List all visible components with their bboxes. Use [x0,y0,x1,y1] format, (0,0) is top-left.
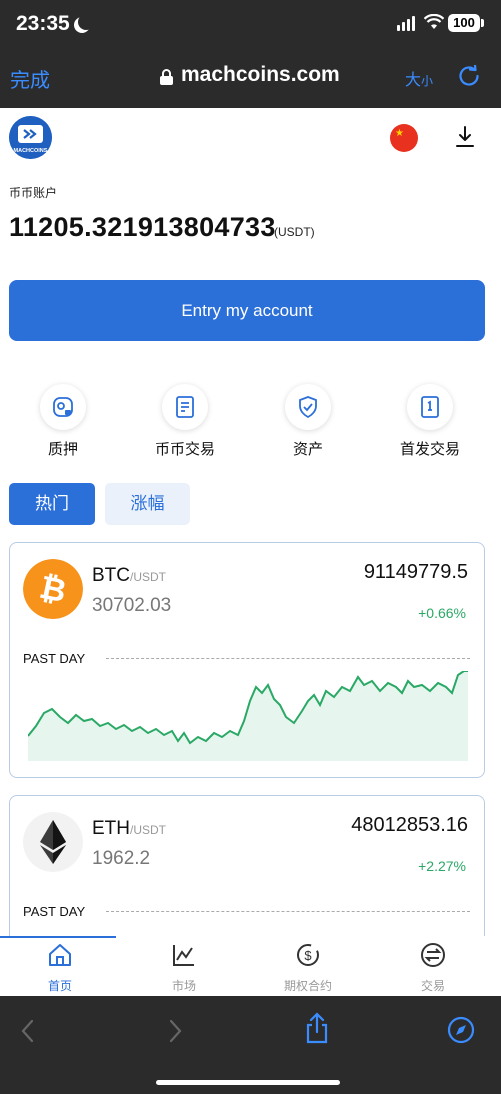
logo-text: MACHCOINS [14,148,48,154]
china-flag-icon[interactable]: ★ [390,124,418,152]
logo-mark-icon: MACHCOINS [9,116,52,159]
pledge-icon [40,384,86,430]
quick-action-ipo[interactable]: 首发交易 [385,384,475,459]
trade-icon [162,384,208,430]
nav-market[interactable]: 市场 [144,942,224,994]
signal-icon [397,15,417,31]
coin-change: +0.66% [418,605,466,621]
dotted-divider [106,911,470,912]
btc-sparkline [28,671,468,761]
coin-card-btc[interactable]: ₿ BTC/USDT 30702.03 91149779.5 +0.66% PA… [9,542,485,778]
past-day-label: PAST DAY [23,904,86,919]
ethereum-icon [23,812,83,872]
past-day-label: PAST DAY [23,651,86,666]
machcoins-logo[interactable]: MACHCOINS [9,116,52,159]
browser-bar: 完成 machcoins.com 大小 [0,50,501,108]
browser-toolbar [0,996,501,1094]
home-indicator [156,1080,340,1085]
nav-label: 市场 [171,979,196,993]
reload-icon[interactable] [458,65,480,87]
url-text[interactable]: machcoins.com [181,63,340,87]
done-button[interactable]: 完成 [10,64,50,93]
text-size-button[interactable]: 大小 [405,66,433,90]
battery-tip [481,19,484,27]
nav-label: 首页 [47,979,72,993]
text-size-small: 小 [421,74,434,88]
coin-change: +2.27% [418,858,466,874]
home-icon [49,944,71,966]
coin-card-eth[interactable]: ETH/USDT 1962.2 48012853.16 +2.27% PAST … [9,795,485,936]
wifi-icon [424,14,444,29]
exchange-icon [421,943,445,967]
coin-price: 48012853.16 [351,814,468,836]
coin-price: 91149779.5 [363,561,468,583]
chart-icon [173,945,194,966]
contract-icon: $ [297,944,319,966]
dotted-divider [106,658,470,659]
status-time: 23:35 [16,12,70,35]
web-page: MACHCOINS ★ 币币账户 11205.321913804733 (USD… [0,108,501,936]
lock-icon [160,69,173,85]
balance-unit: (USDT) [274,225,315,239]
ipo-icon [407,384,453,430]
nav-label: 交易 [420,979,445,993]
nav-active-indicator [0,936,116,938]
moon-icon [78,14,94,30]
coin-pair: /USDT [130,823,166,837]
quick-action-trade[interactable]: 币币交易 [140,384,230,459]
battery-icon: 100 [448,14,480,32]
bottom-nav: 首页 市场 $ 期权合约 交易 [0,936,501,996]
download-icon[interactable] [454,124,476,150]
quick-action-label: 首发交易 [399,441,460,458]
entry-account-button[interactable]: Entry my account [9,280,485,341]
coin-pair: /USDT [130,570,166,584]
text-size-big: 大 [405,72,422,89]
quick-action-label: 币币交易 [154,441,215,458]
quick-action-pledge[interactable]: 质押 [18,384,108,459]
quick-action-label: 资产 [292,441,323,458]
back-icon[interactable] [18,1018,38,1044]
asset-shield-icon [285,384,331,430]
tab-hot[interactable]: 热门 [9,483,95,525]
nav-label: 期权合约 [283,979,332,993]
coin-symbol-text: ETH [92,818,130,839]
coin-sub-price: 30702.03 [92,595,172,616]
svg-text:$: $ [304,948,312,963]
quick-action-assets[interactable]: 资产 [263,384,353,459]
bitcoin-icon: ₿ [23,559,83,619]
status-bar: 23:35 100 [0,0,501,50]
share-icon[interactable] [304,1012,330,1044]
account-label: 币币账户 [9,186,58,200]
nav-exchange[interactable]: 交易 [393,942,473,994]
coin-symbol: BTC/USDT [92,565,166,587]
quick-action-label: 质押 [47,441,78,458]
coin-symbol-text: BTC [92,565,130,586]
coin-sub-price: 1962.2 [92,848,151,869]
coin-symbol: ETH/USDT [92,818,166,840]
tab-gain[interactable]: 涨幅 [105,483,190,525]
nav-home[interactable]: 首页 [20,942,100,994]
compass-icon[interactable] [447,1016,475,1044]
forward-icon[interactable] [165,1018,185,1044]
nav-contract[interactable]: $ 期权合约 [268,942,348,994]
account-balance: 11205.321913804733 [9,212,276,242]
